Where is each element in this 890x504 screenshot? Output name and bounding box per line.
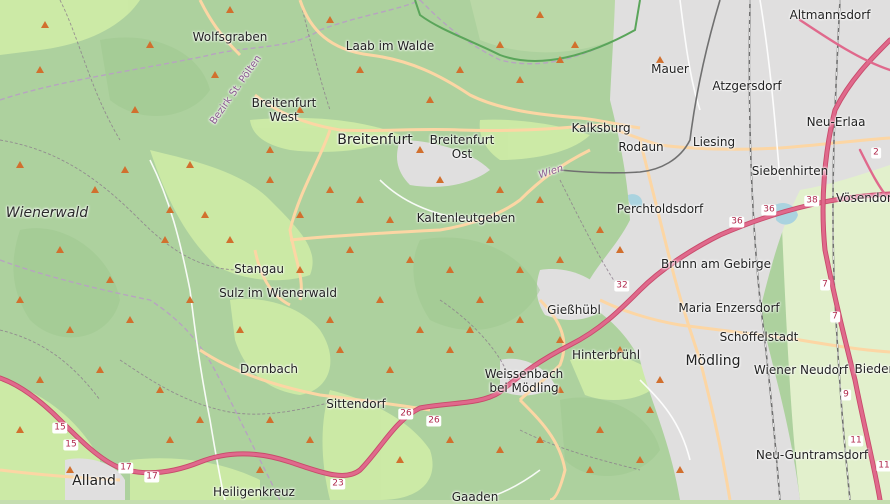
place-label-liesing[interactable]: Liesing <box>693 135 735 149</box>
place-label-wienerwald[interactable]: Wienerwald <box>6 205 88 221</box>
place-label-hinterbruhl[interactable]: Hinterbrühl <box>572 348 640 362</box>
place-label-neu-guntramsdorf[interactable]: Neu-Guntramsdorf <box>756 448 868 462</box>
place-label-neu-erlaa[interactable]: Neu-Erlaa <box>807 115 866 129</box>
road-number-a2-9: 9 <box>841 389 851 401</box>
road-number-a2-2: 2 <box>871 147 881 159</box>
place-label-alland[interactable]: Alland <box>72 473 116 489</box>
road-number-a21-17a: 17 <box>118 462 134 474</box>
place-label-siebenhirten[interactable]: Siebenhirten <box>752 164 829 178</box>
place-label-giesshubl[interactable]: Gießhübl <box>547 303 601 317</box>
place-label-schoffelstadt[interactable]: Schöffelstadt <box>720 330 799 344</box>
place-label-wiener-neudorf[interactable]: Wiener Neudorf <box>754 363 848 377</box>
road-number-a21-36a: 36 <box>729 216 745 228</box>
road-number-a2-7a: 7 <box>820 279 830 291</box>
place-label-breitenfurt-west[interactable]: Breitenfurt West <box>252 96 317 124</box>
place-label-vosendorf[interactable]: Vösendorf <box>836 191 890 205</box>
road-number-a21-26b: 26 <box>426 415 442 427</box>
place-label-altmannsdorf[interactable]: Altmannsdorf <box>790 8 871 22</box>
place-label-brunn[interactable]: Brunn am Gebirge <box>661 257 771 271</box>
road-number-a2-11a: 11 <box>848 435 864 447</box>
road-number-a21-15b: 15 <box>63 439 79 451</box>
place-label-maria-enzersdorf[interactable]: Maria Enzersdorf <box>678 301 779 315</box>
road-number-a21-23: 23 <box>330 478 346 490</box>
place-label-breitenfurt-ost[interactable]: Breitenfurt Ost <box>430 133 495 161</box>
road-number-a21-36b: 36 <box>761 204 777 216</box>
place-label-kalksburg[interactable]: Kalksburg <box>571 121 630 135</box>
map-canvas[interactable] <box>0 0 890 500</box>
place-label-rodaun[interactable]: Rodaun <box>618 140 663 154</box>
road-number-a21-38: 38 <box>804 195 820 207</box>
place-label-kaltenleutgeben[interactable]: Kaltenleutgeben <box>417 211 516 225</box>
place-label-atzgersdorf[interactable]: Atzgersdorf <box>712 79 781 93</box>
road-number-a21-32: 32 <box>614 280 630 292</box>
place-label-bieder[interactable]: Bieder <box>855 362 890 376</box>
road-number-a2-7b: 7 <box>830 311 840 323</box>
road-number-a21-17b: 17 <box>144 471 160 483</box>
road-number-a2-11b: 11 <box>876 460 890 472</box>
place-label-sulz[interactable]: Sulz im Wienerwald <box>219 286 337 300</box>
place-label-dornbach[interactable]: Dornbach <box>240 362 298 376</box>
place-label-gaaden[interactable]: Gaaden <box>452 490 499 504</box>
place-label-heiligenkreuz[interactable]: Heiligenkreuz <box>213 485 295 499</box>
place-label-laab-im-walde[interactable]: Laab im Walde <box>346 39 434 53</box>
place-label-stangau[interactable]: Stangau <box>234 262 284 276</box>
road-number-a21-15a: 15 <box>52 422 68 434</box>
place-label-weissenbach[interactable]: Weissenbach bei Mödling <box>485 367 564 395</box>
place-label-modling[interactable]: Mödling <box>685 353 740 369</box>
place-label-mauer[interactable]: Mauer <box>651 62 689 76</box>
place-label-sittendorf[interactable]: Sittendorf <box>326 397 385 411</box>
place-label-wolfsgraben[interactable]: Wolfsgraben <box>193 30 268 44</box>
place-label-perchtoldsdorf[interactable]: Perchtoldsdorf <box>617 202 703 216</box>
place-label-breitenfurt[interactable]: Breitenfurt <box>337 132 413 148</box>
road-number-a21-26a: 26 <box>398 408 414 420</box>
